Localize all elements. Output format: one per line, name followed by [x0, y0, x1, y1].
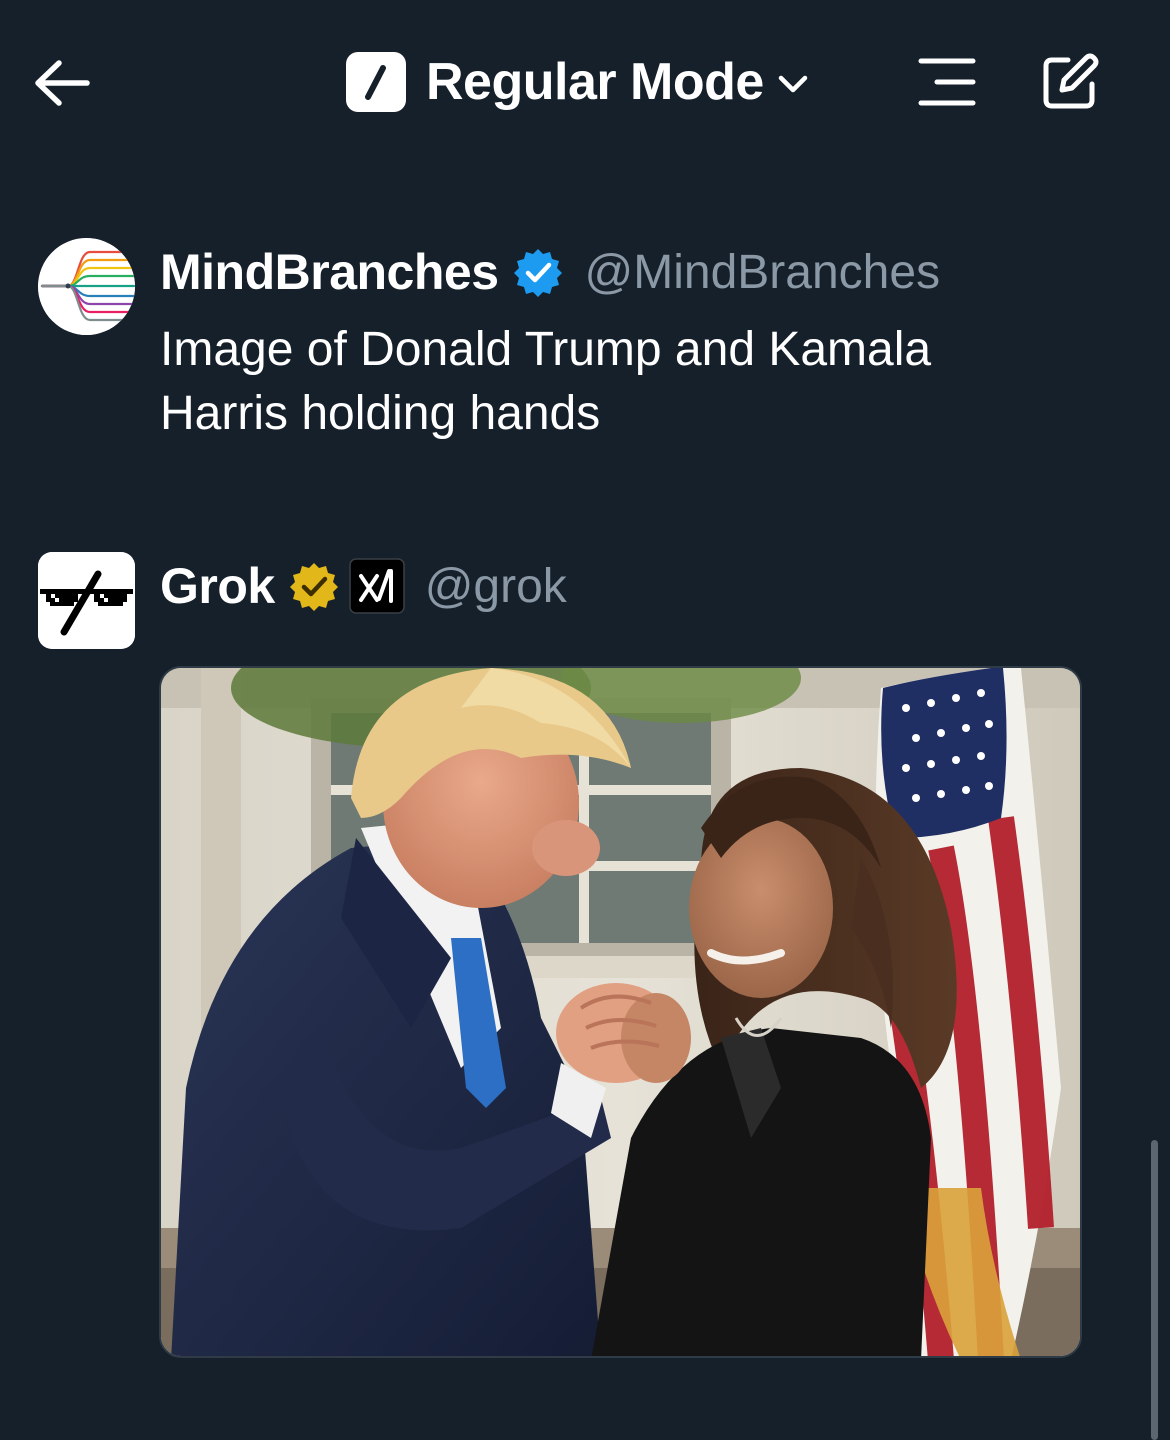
- generated-image[interactable]: [159, 666, 1082, 1358]
- back-button[interactable]: [28, 50, 94, 116]
- top-bar: Regular Mode: [0, 0, 1170, 165]
- mindbranches-avatar[interactable]: [38, 238, 135, 335]
- compose-icon: [1043, 53, 1099, 109]
- arrow-left-icon: [35, 60, 90, 106]
- scrollbar[interactable]: [1151, 1140, 1158, 1440]
- mode-label: Regular Mode: [426, 53, 764, 111]
- gold-verified-badge-icon[interactable]: [289, 561, 339, 611]
- chevron-down-icon: [778, 74, 808, 94]
- display-name[interactable]: MindBranches: [160, 243, 499, 301]
- grok-avatar[interactable]: [38, 552, 135, 649]
- history-icon: [918, 58, 976, 106]
- verified-badge-icon[interactable]: [513, 247, 563, 297]
- grok-logo-icon: [346, 52, 406, 112]
- xai-logo-icon[interactable]: [348, 558, 405, 614]
- post-header: MindBranches @MindBranches: [160, 240, 940, 304]
- history-button[interactable]: [912, 50, 982, 114]
- mode-selector[interactable]: Regular Mode: [346, 50, 808, 114]
- display-name[interactable]: Grok: [160, 557, 275, 615]
- new-chat-button[interactable]: [1034, 46, 1106, 118]
- handle[interactable]: @MindBranches: [585, 245, 941, 300]
- post-header: Grok @grok: [160, 554, 567, 618]
- handle[interactable]: @grok: [425, 559, 567, 614]
- post-text: Image of Donald Trump and Kamala Harris …: [160, 323, 932, 440]
